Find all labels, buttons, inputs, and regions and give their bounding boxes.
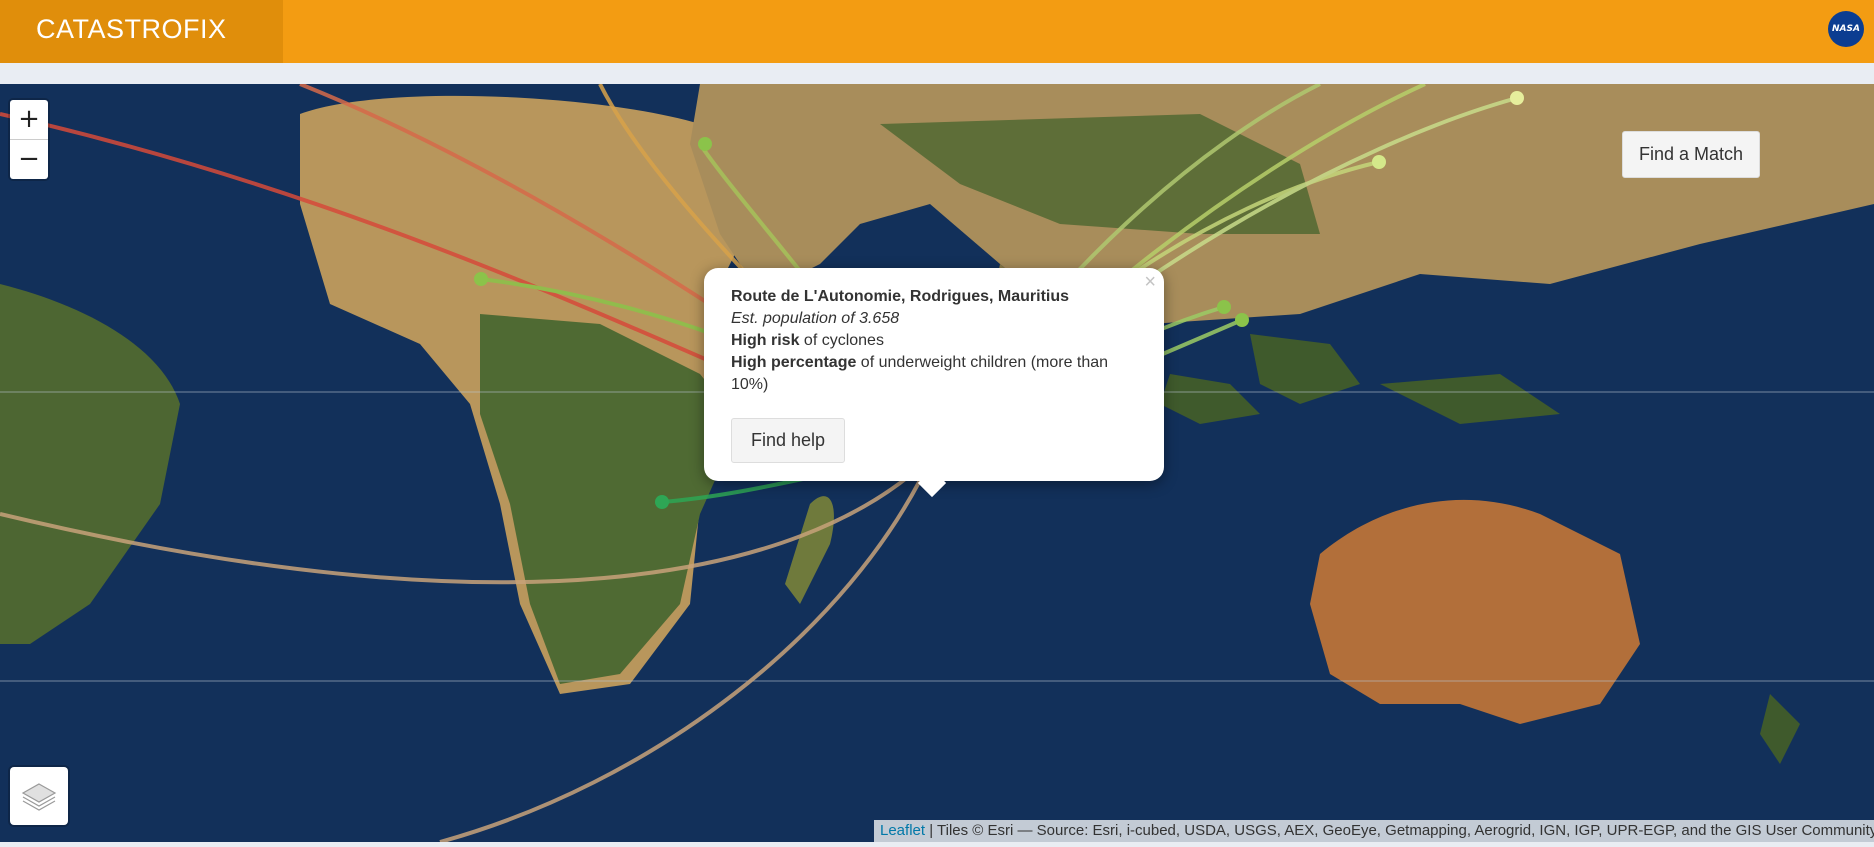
app-title[interactable]: CATASTROFIX: [36, 14, 227, 45]
route-endpoint: [1235, 313, 1249, 327]
route-endpoint: [655, 495, 669, 509]
popup-risk: High risk of cyclones: [731, 332, 884, 349]
popup-content: Route de L'Autonomie, Rodrigues, Mauriti…: [731, 286, 1131, 396]
map-attribution: Leaflet | Tiles © Esri — Source: Esri, i…: [874, 820, 1874, 842]
leaflet-link[interactable]: Leaflet: [880, 822, 925, 839]
top-navbar: CATASTROFIX NASA: [0, 0, 1874, 63]
location-popup: × Route de L'Autonomie, Rodrigues, Mauri…: [704, 268, 1164, 498]
popup-close-icon[interactable]: ×: [1144, 271, 1156, 294]
route-endpoint: [1510, 91, 1524, 105]
sub-bar: [0, 63, 1874, 84]
map-container[interactable]: Find a Match × Route de L'Autonomie, Rod…: [0, 84, 1874, 842]
find-a-match-button[interactable]: Find a Match: [1622, 131, 1760, 178]
route-endpoint: [474, 272, 488, 286]
route-endpoint: [1217, 300, 1231, 314]
zoom-out-button[interactable]: −: [10, 140, 48, 179]
brand[interactable]: CATASTROFIX: [0, 0, 283, 63]
route-endpoint: [1372, 155, 1386, 169]
layers-control-button[interactable]: [10, 767, 68, 825]
popup-population: Est. population of 3.658: [731, 310, 900, 327]
nasa-logo-icon: NASA: [1828, 11, 1864, 47]
popup-title: Route de L'Autonomie, Rodrigues, Mauriti…: [731, 288, 1070, 305]
zoom-control: + −: [10, 100, 48, 179]
bottom-strip: [0, 842, 1874, 847]
popup-underweight: High percentage of underweight children …: [731, 354, 1109, 393]
layers-icon: [21, 783, 57, 811]
find-help-button[interactable]: Find help: [731, 418, 845, 463]
zoom-in-button[interactable]: +: [10, 100, 48, 140]
route-endpoint: [698, 137, 712, 151]
